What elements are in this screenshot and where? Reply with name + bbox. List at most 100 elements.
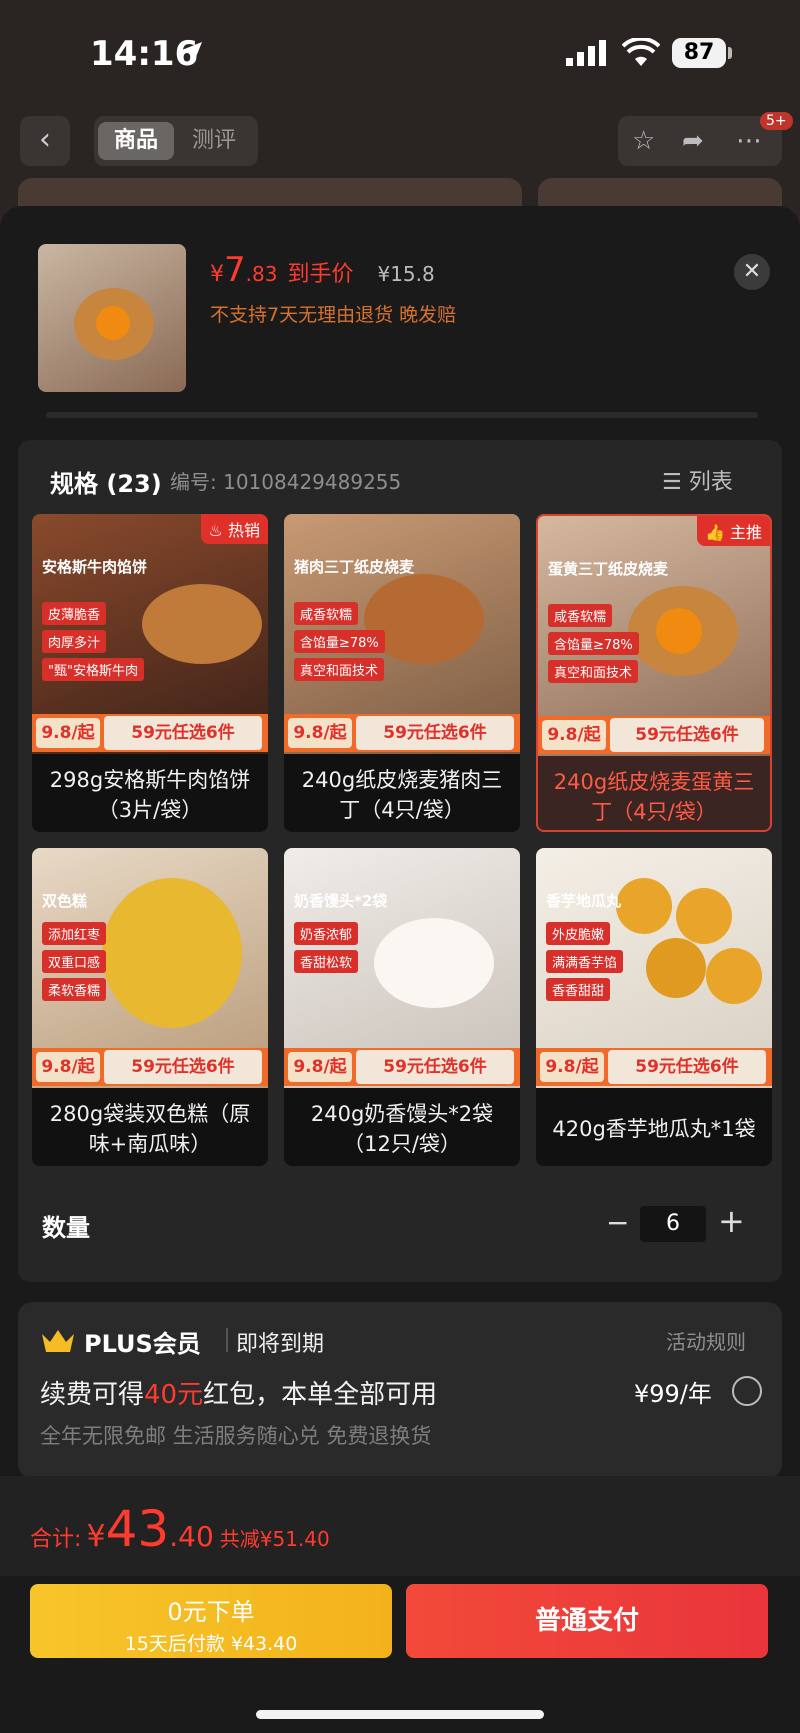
- promo-strip: 9.8/起 59元任选6件: [284, 714, 520, 752]
- cake-image: [102, 878, 242, 1028]
- feature-chip: 外皮脆嫩: [546, 922, 611, 945]
- total-saved: 共减¥51.40: [219, 1527, 330, 1551]
- plus-select-radio[interactable]: [732, 1376, 762, 1406]
- pay-later-title: 0元下单: [167, 1598, 255, 1626]
- feature-chip: "甄"安格斯牛肉: [42, 658, 144, 681]
- location-arrow-icon: [180, 40, 204, 68]
- feature-chip: 柔软香糯: [42, 978, 107, 1001]
- option-image: 猪肉三丁纸皮烧麦 咸香软糯 含馅量≥78% 真空和面技术 9.8/起 59元任选…: [284, 514, 520, 754]
- normal-pay-button[interactable]: 普通支付: [406, 1584, 768, 1658]
- feature-chip: 满满香芋馅: [546, 950, 624, 973]
- feature-chip: 添加红枣: [42, 922, 107, 945]
- option-image: 安格斯牛肉馅饼 皮薄脆香 肉厚多汁 "甄"安格斯牛肉 9.8/起 59元任选6件: [32, 514, 268, 754]
- pie-image: [142, 584, 262, 664]
- promo-strip: 9.8/起 59元任选6件: [284, 1048, 520, 1086]
- promo-strip: 9.8/起 59元任选6件: [32, 714, 268, 752]
- close-icon: ✕: [742, 259, 762, 284]
- spec-option-selected[interactable]: 蛋黄三丁纸皮烧麦 咸香软糯 含馅量≥78% 真空和面技术 9.8/起 59元任选…: [536, 514, 772, 832]
- feature-chip: 肉厚多汁: [42, 630, 107, 653]
- promo-price: 9.8/起: [540, 1052, 604, 1082]
- chevron-left-icon: ‹: [39, 122, 51, 157]
- total-int: 43: [105, 1500, 170, 1558]
- spec-option[interactable]: 奶香馒头*2袋 奶香浓郁 香甜松软 9.8/起 59元任选6件 240g奶香馒头…: [284, 848, 520, 1166]
- feature-chip: 咸香软糯: [294, 602, 359, 625]
- quantity-increment-button[interactable]: +: [718, 1202, 745, 1240]
- feature-chip: 双重口感: [42, 950, 107, 973]
- thumbs-up-icon: 👍: [704, 523, 725, 542]
- cellular-signal-icon: [566, 40, 610, 70]
- feature-chip: 香甜松软: [294, 950, 359, 973]
- message-badge: 5+: [760, 112, 793, 130]
- option-label: 240g纸皮烧麦猪肉三丁（4只/袋）: [301, 768, 503, 822]
- pay-later-button[interactable]: 0元下单 15天后付款 ¥43.40: [30, 1584, 392, 1658]
- battery-tip: [728, 47, 732, 59]
- badge-label: 热销: [227, 521, 260, 540]
- back-button[interactable]: ‹: [20, 116, 70, 166]
- feature-chip: 皮薄脆香: [42, 602, 107, 625]
- promo-strip: 9.8/起 59元任选6件: [536, 1048, 772, 1086]
- crown-icon: [40, 1326, 76, 1358]
- promo-price: 9.8/起: [36, 718, 100, 748]
- promo-price: 9.8/起: [542, 720, 606, 750]
- option-image: 蛋黄三丁纸皮烧麦 咸香软糯 含馅量≥78% 真空和面技术 9.8/起 59元任选…: [538, 516, 770, 756]
- taro-ball-image: [646, 938, 706, 998]
- fire-icon: ♨: [208, 521, 223, 540]
- list-icon: ☰: [662, 470, 682, 495]
- option-image-title: 奶香馒头*2袋: [294, 892, 388, 910]
- renew-text: 续费可得: [40, 1380, 145, 1410]
- home-indicator: [256, 1710, 544, 1719]
- price-dec: .83: [245, 262, 278, 286]
- spec-option[interactable]: 香芋地瓜丸 外皮脆嫩 满满香芋馅 香香甜甜 9.8/起 59元任选6件 420g…: [536, 848, 772, 1166]
- option-image: 双色糕 添加红枣 双重口感 柔软香糯 9.8/起 59元任选6件: [32, 848, 268, 1088]
- egg-yolk-image: [656, 608, 702, 654]
- nav-actions: ☆ ➦ ⋯: [618, 116, 782, 166]
- tab-review[interactable]: 测评: [176, 122, 252, 160]
- close-button[interactable]: ✕: [734, 254, 770, 290]
- renew-offer: 续费可得40元红包，本单全部可用: [40, 1374, 437, 1411]
- return-policy: 不支持7天无理由退货 晚发赔: [210, 304, 457, 326]
- status-bar: 14:16 87: [0, 0, 800, 100]
- share-icon[interactable]: ➦: [682, 126, 704, 156]
- quantity-decrement-button[interactable]: −: [606, 1206, 629, 1239]
- badge-label: 主推: [729, 523, 762, 542]
- spec-option[interactable]: 双色糕 添加红枣 双重口感 柔软香糯 9.8/起 59元任选6件 280g袋装双…: [32, 848, 268, 1166]
- feature-chip: 真空和面技术: [294, 658, 385, 681]
- total-label: 合计:: [30, 1527, 82, 1552]
- pay-later-subtitle: 15天后付款 ¥43.40: [124, 1633, 298, 1655]
- star-icon[interactable]: ☆: [632, 126, 655, 156]
- feature-chip: 含馅量≥78%: [548, 632, 639, 655]
- plus-expire-note: 即将到期: [236, 1332, 325, 1357]
- total-dec: .40: [169, 1520, 214, 1553]
- renew-amount: 40元: [144, 1380, 204, 1410]
- yearly-price: ¥99/年: [634, 1380, 712, 1408]
- taro-ball-image: [616, 878, 672, 934]
- tab-goods[interactable]: 商品: [98, 122, 174, 160]
- spec-option[interactable]: 猪肉三丁纸皮烧麦 咸香软糯 含馅量≥78% 真空和面技术 9.8/起 59元任选…: [284, 514, 520, 832]
- promo-offer: 59元任选6件: [356, 1050, 514, 1084]
- recommend-badge: 👍 主推: [696, 516, 770, 546]
- price-int: 7: [224, 250, 246, 290]
- promo-price: 9.8/起: [288, 718, 352, 748]
- promo-strip: 9.8/起 59元任选6件: [538, 716, 770, 754]
- feature-chip: 奶香浓郁: [294, 922, 359, 945]
- product-thumbnail: [38, 244, 186, 392]
- more-icon[interactable]: ⋯: [736, 126, 762, 156]
- battery-indicator: 87: [672, 38, 726, 68]
- feature-chip: 真空和面技术: [548, 660, 639, 683]
- list-view-toggle[interactable]: ☰ 列表: [662, 464, 733, 496]
- price-label: 到手价: [287, 262, 354, 287]
- option-label: 298g安格斯牛肉馅饼（3片/袋）: [49, 768, 251, 822]
- plus-benefits: 全年无限免邮 生活服务随心兑 免费退换货: [40, 1424, 432, 1448]
- divider: [226, 1328, 228, 1352]
- spec-option[interactable]: 安格斯牛肉馅饼 皮薄脆香 肉厚多汁 "甄"安格斯牛肉 9.8/起 59元任选6件…: [32, 514, 268, 832]
- promo-offer: 59元任选6件: [608, 1050, 766, 1084]
- bun-image: [374, 918, 494, 1008]
- tab-switcher: 商品 测评: [94, 116, 258, 166]
- activity-rules-link[interactable]: 活动规则: [666, 1326, 746, 1355]
- feature-chip: 含馅量≥78%: [294, 630, 385, 653]
- promo-price: 9.8/起: [288, 1052, 352, 1082]
- option-label: 280g袋装双色糕（原味+南瓜味）: [49, 1102, 251, 1156]
- promo-offer: 59元任选6件: [104, 716, 262, 750]
- quantity-label: 数量: [42, 1214, 90, 1242]
- quantity-input[interactable]: 6: [640, 1206, 706, 1242]
